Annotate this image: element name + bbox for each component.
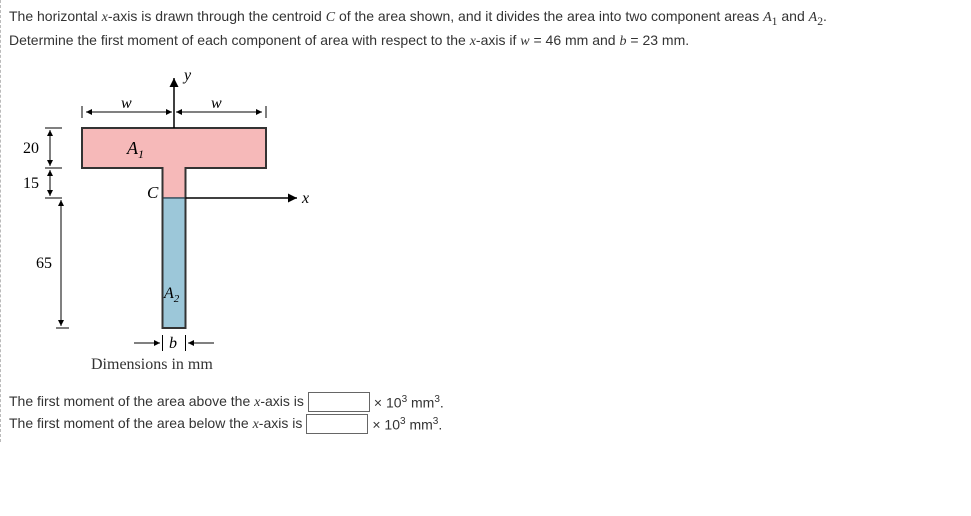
w-left-label: w [121,95,132,112]
var-A2: A2 [809,10,823,25]
area-a2-shape [163,198,186,328]
var-C: C [326,10,335,25]
label: The first moment of the area below the x… [9,415,302,433]
label: The first moment of the area above the x… [9,393,304,411]
answer-above-input[interactable] [308,392,370,412]
text: = 23 mm. [626,32,689,48]
var-A1: A1 [763,10,777,25]
text: The horizontal [9,8,102,24]
text: . [823,8,827,24]
unit: × 103 mm3. [374,394,444,411]
answer-row-below: The first moment of the area below the x… [9,414,963,434]
answer-below-input[interactable] [306,414,368,434]
var-w: w [520,34,529,49]
figure-caption: Dimensions in mm [91,356,213,374]
text: and [778,8,809,24]
figure: y x w w 20 15 65 A1 C A2 b Dimensions in… [9,58,329,358]
text: -axis is drawn through the centroid [108,8,326,24]
dim-15-label: 15 [23,175,39,192]
y-label: y [182,67,192,84]
text: of the area shown, and it divides the ar… [335,8,763,24]
text: = 46 mm and [530,32,620,48]
b-label: b [169,335,177,352]
text: Determine the first moment of each compo… [9,32,470,48]
area-a1-shape [82,128,266,198]
dim-65-label: 65 [36,255,52,272]
unit: × 103 mm3. [372,416,442,433]
problem-statement: The horizontal x-axis is drawn through t… [9,6,963,52]
w-right-label: w [211,95,222,112]
x-label: x [301,190,309,207]
answer-row-above: The first moment of the area above the x… [9,392,963,412]
text: -axis if [476,32,520,48]
dim-20-label: 20 [23,140,39,157]
c-label: C [147,183,159,202]
